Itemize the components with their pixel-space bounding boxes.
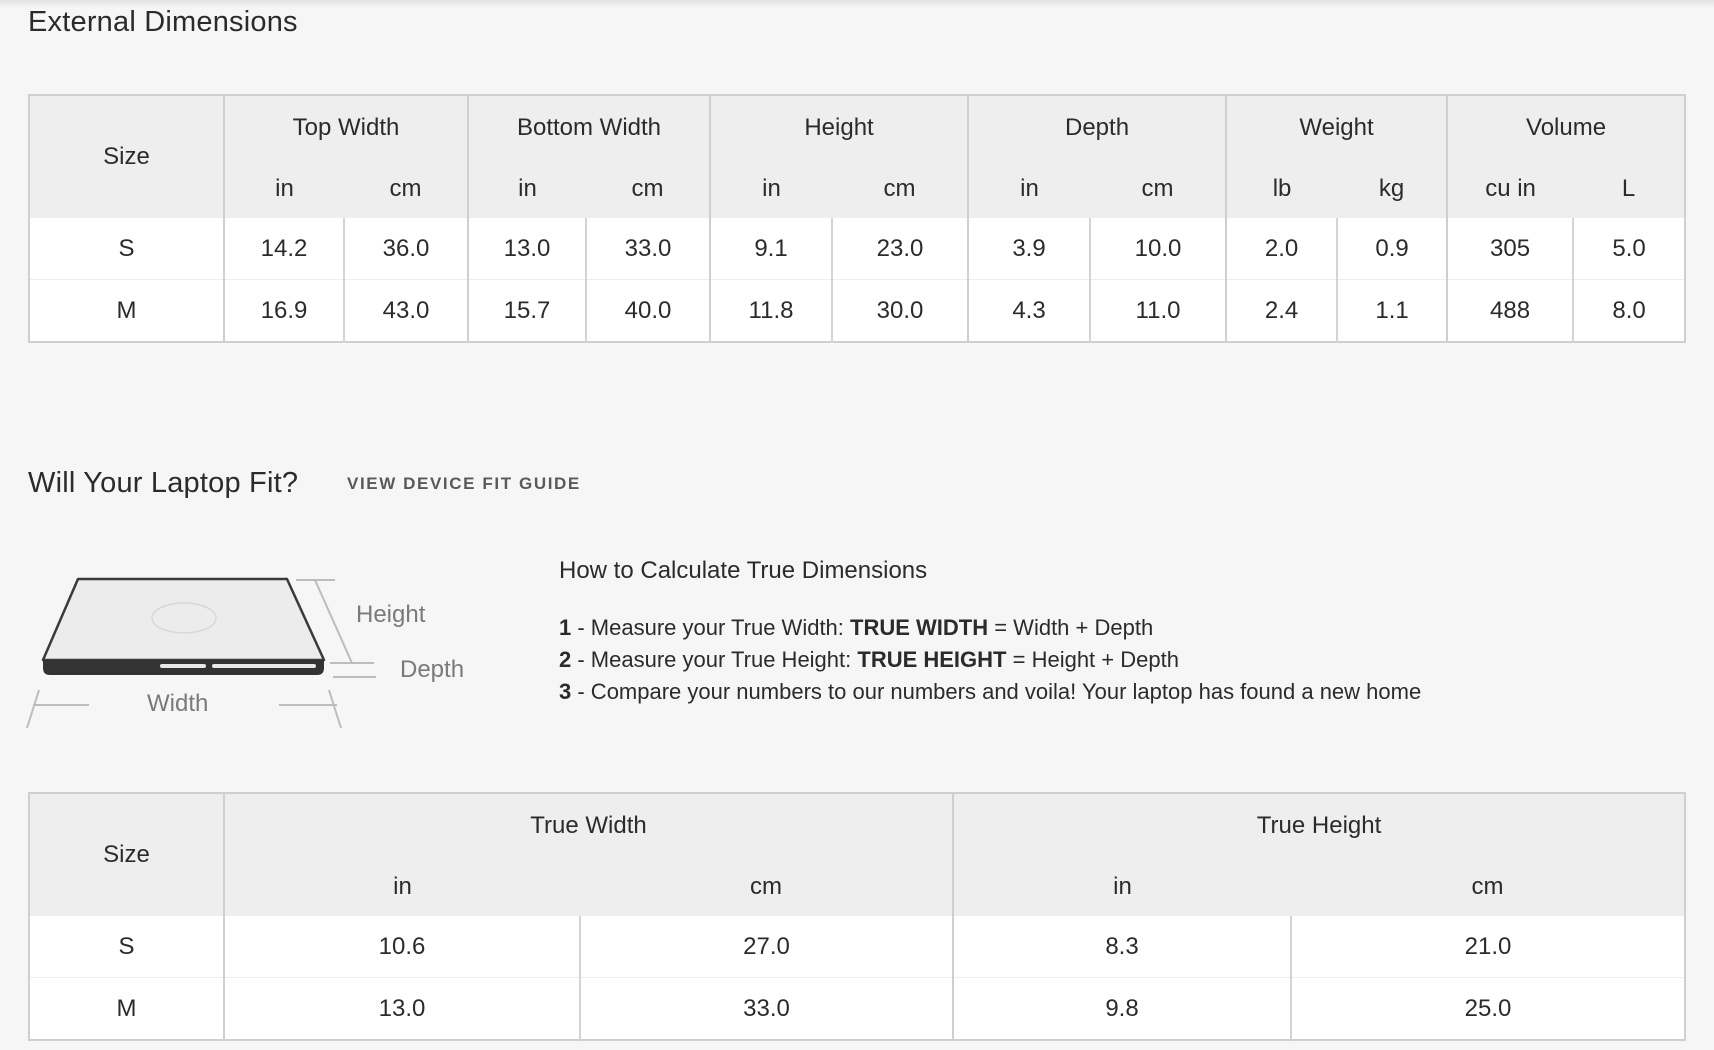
unit-header: L	[1573, 160, 1686, 218]
unit-header: cm	[344, 160, 469, 218]
group-header-true-height: True Height	[953, 793, 1686, 858]
true-dimensions-table: Size True Width True Height in cm in cm …	[28, 792, 1687, 1041]
group-header-height: Height	[710, 95, 970, 160]
group-header-bottom-width: Bottom Width	[468, 95, 712, 160]
value-cell: 488	[1447, 279, 1575, 342]
unit-header: cm	[1090, 160, 1228, 218]
group-header-weight: Weight	[1226, 95, 1449, 160]
view-device-fit-guide-link[interactable]: VIEW DEVICE FIT GUIDE	[347, 472, 581, 496]
group-header-top-width: Top Width	[224, 95, 469, 160]
value-cell: 5.0	[1573, 218, 1686, 280]
size-cell: M	[29, 279, 225, 342]
external-dimensions-table: Size Top Width Bottom Width Height Depth…	[28, 94, 1687, 343]
value-cell: 13.0	[224, 977, 581, 1040]
value-cell: 8.3	[953, 916, 1293, 978]
table-row: S 10.6 27.0 8.3 21.0	[29, 916, 1686, 978]
table-row: M 13.0 33.0 9.8 25.0	[29, 977, 1686, 1040]
step-item: 2 - Measure your True Height: TRUE HEIGH…	[559, 647, 1179, 672]
group-header-depth: Depth	[968, 95, 1228, 160]
value-cell: 15.7	[468, 279, 587, 342]
unit-header: in	[224, 858, 580, 916]
group-header-true-width: True Width	[224, 793, 955, 858]
value-cell: 2.0	[1226, 218, 1339, 280]
unit-header: in	[710, 160, 833, 218]
size-cell: S	[29, 916, 225, 978]
unit-header: in	[468, 160, 586, 218]
value-cell: 10.0	[1090, 218, 1228, 280]
step-item: 3 - Compare your numbers to our numbers …	[559, 679, 1422, 704]
value-cell: 16.9	[224, 279, 345, 342]
laptop-fit-title: Will Your Laptop Fit?	[28, 467, 299, 499]
unit-header: cm	[832, 160, 970, 218]
height-label: Height	[356, 601, 426, 628]
value-cell: 0.9	[1337, 218, 1449, 280]
unit-header: lb	[1226, 160, 1338, 218]
value-cell: 43.0	[344, 279, 469, 342]
value-cell: 3.9	[968, 218, 1092, 280]
table-row: S 14.2 36.0 13.0 33.0 9.1 23.0 3.9 10.0 …	[29, 218, 1686, 280]
calculation-steps: 1 - Measure your True Width: TRUE WIDTH …	[559, 612, 1421, 708]
value-cell: 13.0	[468, 218, 587, 280]
width-label: Width	[147, 690, 208, 717]
value-cell: 23.0	[832, 218, 970, 280]
how-to-calculate-title: How to Calculate True Dimensions	[559, 557, 928, 584]
value-cell: 11.0	[1090, 279, 1228, 342]
depth-label: Depth	[400, 656, 464, 683]
value-cell: 4.3	[968, 279, 1092, 342]
value-cell: 33.0	[580, 977, 955, 1040]
value-cell: 21.0	[1291, 916, 1686, 978]
group-header-volume: Volume	[1447, 95, 1686, 160]
value-cell: 8.0	[1573, 279, 1686, 342]
unit-header: cm	[586, 160, 712, 218]
value-cell: 9.8	[953, 977, 1293, 1040]
unit-header: cu in	[1447, 160, 1574, 218]
unit-header: in	[968, 160, 1091, 218]
table-row: M 16.9 43.0 15.7 40.0 11.8 30.0 4.3 11.0…	[29, 279, 1686, 342]
external-dimensions-title: External Dimensions	[28, 6, 298, 38]
size-cell: S	[29, 218, 225, 280]
size-header: Size	[29, 95, 225, 218]
value-cell: 9.1	[710, 218, 834, 280]
value-cell: 2.4	[1226, 279, 1339, 342]
unit-header: kg	[1337, 160, 1449, 218]
step-item: 1 - Measure your True Width: TRUE WIDTH …	[559, 615, 1154, 640]
unit-header: cm	[1291, 858, 1686, 916]
value-cell: 27.0	[580, 916, 955, 978]
value-cell: 40.0	[586, 279, 712, 342]
size-header: Size	[29, 793, 225, 916]
value-cell: 10.6	[224, 916, 581, 978]
value-cell: 36.0	[344, 218, 469, 280]
value-cell: 305	[1447, 218, 1575, 280]
unit-header: in	[224, 160, 344, 218]
laptop-dimensions-diagram: Height Depth Width	[26, 577, 464, 729]
unit-header: cm	[580, 858, 955, 916]
value-cell: 33.0	[586, 218, 712, 280]
laptop-illustration	[41, 577, 326, 675]
value-cell: 11.8	[710, 279, 834, 342]
value-cell: 30.0	[832, 279, 970, 342]
value-cell: 25.0	[1291, 977, 1686, 1040]
size-cell: M	[29, 977, 225, 1040]
value-cell: 14.2	[224, 218, 345, 280]
value-cell: 1.1	[1337, 279, 1449, 342]
unit-header: in	[953, 858, 1292, 916]
